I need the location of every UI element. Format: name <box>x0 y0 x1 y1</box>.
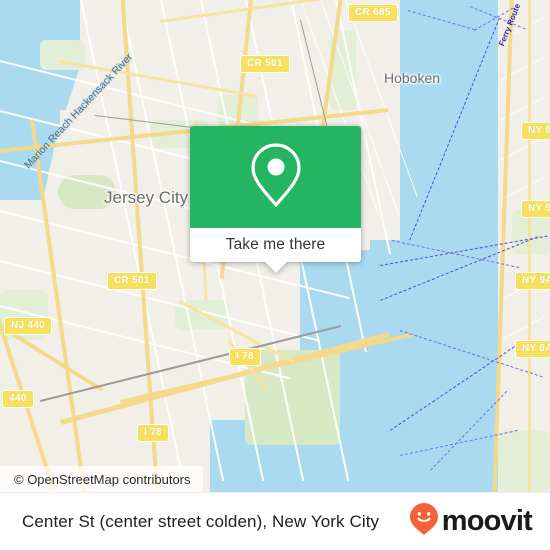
location-title: Center St (center street colden), New Yo… <box>22 511 380 531</box>
route-shield-nj440[interactable]: NJ 440 <box>4 317 53 335</box>
route-shield-ny9a-4[interactable]: NY 9A <box>515 340 550 358</box>
route-shield-ny9a-1[interactable]: NY 9A <box>521 122 550 140</box>
attribution-text: © OpenStreetMap contributors <box>14 471 191 487</box>
take-me-there-button[interactable]: Take me there <box>190 228 361 262</box>
route-shield-cr685[interactable]: CR 685 <box>348 4 398 22</box>
route-shield-i78-1[interactable]: I 78 <box>229 348 261 366</box>
map-screenshot: Marion Reach Hackensack River Ferry Rout… <box>0 0 550 550</box>
route-shield-cr501-north[interactable]: CR 501 <box>240 55 290 73</box>
take-me-there-label: Take me there <box>225 236 326 253</box>
map-attribution[interactable]: © OpenStreetMap contributors <box>0 466 203 492</box>
popup-pointer-tail <box>264 262 287 273</box>
moovit-wordmark: moovit <box>441 505 533 537</box>
map-pin-icon <box>245 140 307 215</box>
place-label-hoboken: Hoboken <box>384 70 441 86</box>
moovit-pin-icon <box>409 502 439 541</box>
map-canvas[interactable]: Marion Reach Hackensack River Ferry Rout… <box>0 0 550 492</box>
popup-icon-area <box>190 126 361 228</box>
road-manhattan-ave <box>528 0 531 492</box>
water-newark-bay <box>0 0 40 120</box>
route-shield-440[interactable]: 440 <box>2 390 34 408</box>
moovit-brand[interactable]: moovit <box>409 502 533 541</box>
footer-bar: Center St (center street colden), New Yo… <box>0 492 550 550</box>
route-shield-ny9a-3[interactable]: NY 9A <box>515 272 550 290</box>
park-governors <box>498 430 550 492</box>
route-shield-cr501-south[interactable]: CR 501 <box>107 272 157 290</box>
route-shield-ny9a-2[interactable]: NY 9A <box>521 200 550 218</box>
location-popup-card[interactable]: Take me there <box>190 126 361 273</box>
place-label-jersey-city: Jersey City <box>104 188 189 207</box>
route-shield-i78-2[interactable]: I 78 <box>137 424 169 442</box>
